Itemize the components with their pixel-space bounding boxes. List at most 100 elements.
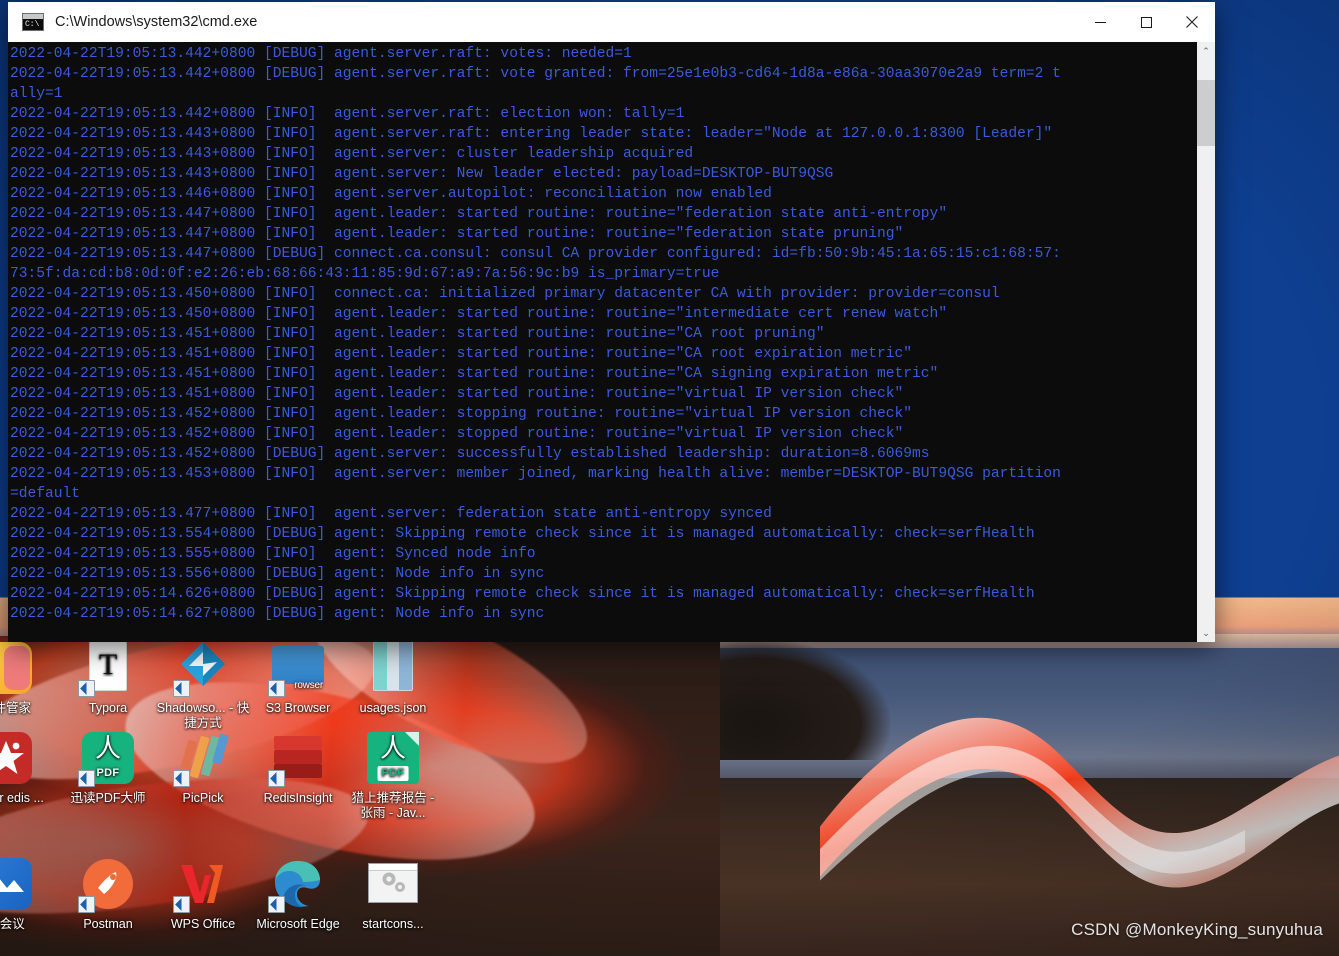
typora-icon: T [80, 640, 136, 696]
console-line: 2022-04-22T19:05:13.447+0800 [INFO] agen… [10, 204, 1197, 224]
console-line: 2022-04-22T19:05:13.477+0800 [INFO] agen… [10, 504, 1197, 524]
console-line: 2022-04-22T19:05:13.452+0800 [INFO] agen… [10, 424, 1197, 444]
desktop-icon-report-pdf[interactable]: 人 PDF 猎上推荐报告 - 张雨 - Jav... [345, 730, 441, 821]
console-vertical-scrollbar[interactable]: ⌃ ⌄ [1197, 42, 1215, 642]
desktop-icon-shadowsocks[interactable]: Shadowso... - 快捷方式 [155, 640, 251, 731]
console-line: 2022-04-22T19:05:13.451+0800 [INFO] agen… [10, 324, 1197, 344]
desktop-icon-picpick[interactable]: PicPick [155, 730, 251, 806]
desktop-icon-typora[interactable]: T Typora [60, 640, 156, 716]
batch-script-icon [365, 856, 421, 912]
window-title: C:\Windows\system32\cmd.exe [55, 14, 1077, 30]
desktop-icon-startconsul[interactable]: startcons... [345, 856, 441, 932]
console-line: 2022-04-22T19:05:13.450+0800 [INFO] conn… [10, 284, 1197, 304]
tencent-meeting-icon [0, 856, 34, 912]
s3-browser-badge-text: rowser [294, 678, 323, 693]
console-line: 2022-04-22T19:05:13.443+0800 [INFO] agen… [10, 164, 1197, 184]
picpick-icon [175, 730, 231, 786]
maximize-button[interactable] [1123, 2, 1169, 42]
desktop-icon-label: nother edis ... [0, 791, 54, 806]
xunread-pdf-icon: 人 PDF [80, 730, 136, 786]
close-button[interactable] [1169, 2, 1215, 42]
scroll-down-arrow-icon[interactable]: ⌄ [1197, 624, 1215, 642]
shortcut-arrow-icon [78, 770, 95, 787]
desktop-icon-microsoft-edge[interactable]: Microsoft Edge [250, 856, 346, 932]
desktop-icon-s3-browser[interactable]: rowser S3 Browser [250, 640, 346, 716]
console-line: 2022-04-22T19:05:14.626+0800 [DEBUG] age… [10, 584, 1197, 604]
console-line: 2022-04-22T19:05:13.443+0800 [INFO] agen… [10, 144, 1197, 164]
postman-icon [80, 856, 136, 912]
console-line: 2022-04-22T19:05:13.446+0800 [INFO] agen… [10, 184, 1197, 204]
shortcut-arrow-icon [268, 680, 285, 697]
scrollbar-track[interactable] [1197, 60, 1215, 624]
scrollbar-thumb[interactable] [1197, 80, 1215, 146]
console-output[interactable]: 2022-04-22T19:05:13.442+0800 [DEBUG] age… [8, 42, 1197, 642]
desktop-icon-label: startcons... [345, 917, 441, 932]
desktop-icon-redisinsight[interactable]: RedisInsight [250, 730, 346, 806]
scroll-up-arrow-icon[interactable]: ⌃ [1197, 42, 1215, 60]
softmanager-icon [0, 640, 34, 696]
desktop-icon-xunpdf[interactable]: 人 PDF 迅读PDF大师 [60, 730, 156, 806]
console-line: 2022-04-22T19:05:13.451+0800 [INFO] agen… [10, 384, 1197, 404]
desktop-icon-tencent-meeting[interactable]: 讯会议 [0, 856, 54, 932]
shortcut-arrow-icon [173, 896, 190, 913]
console-line: =default [10, 484, 1197, 504]
shortcut-arrow-icon [173, 770, 190, 787]
csdn-watermark: CSDN @MonkeyKing_sunyuhua [1071, 920, 1323, 940]
console-line: 2022-04-22T19:05:13.451+0800 [INFO] agen… [10, 344, 1197, 364]
desktop-icon-label: Microsoft Edge [250, 917, 346, 932]
cmd-window[interactable]: C:\Windows\system32\cmd.exe 2022-04-22T1… [8, 2, 1215, 642]
microsoft-edge-icon [270, 856, 326, 912]
s3-browser-icon: rowser [270, 640, 326, 696]
desktop-icon-another-redis[interactable]: nother edis ... [0, 730, 54, 806]
console-line: 2022-04-22T19:05:14.627+0800 [DEBUG] age… [10, 604, 1197, 624]
console-line: 2022-04-22T19:05:13.450+0800 [INFO] agen… [10, 304, 1197, 324]
console-line: 73:5f:da:cd:b8:0d:0f:e2:26:eb:68:66:43:1… [10, 264, 1197, 284]
desktop-icon-label: PicPick [155, 791, 251, 806]
desktop-icon-label: 讯会议 [0, 917, 54, 932]
another-redis-desktop-manager-icon [0, 730, 34, 786]
shortcut-arrow-icon [78, 896, 95, 913]
shortcut-arrow-icon [268, 896, 285, 913]
desktop-icon-label: WPS Office [155, 917, 251, 932]
desktop-icon-usages-json[interactable]: usages.json [345, 640, 441, 716]
window-titlebar[interactable]: C:\Windows\system32\cmd.exe [8, 2, 1215, 42]
desktop-icon-label: RedisInsight [250, 791, 346, 806]
desktop-icon-softmanager[interactable]: 软件管家 [0, 640, 54, 716]
desktop-icon-label: 软件管家 [0, 701, 54, 716]
console-body: 2022-04-22T19:05:13.442+0800 [DEBUG] age… [8, 42, 1215, 642]
console-line: 2022-04-22T19:05:13.442+0800 [DEBUG] age… [10, 44, 1197, 64]
console-line: 2022-04-22T19:05:13.554+0800 [DEBUG] age… [10, 524, 1197, 544]
desktop-icon-label: Typora [60, 701, 156, 716]
desktop-icon-label: Shadowso... - 快捷方式 [155, 701, 251, 731]
console-line: 2022-04-22T19:05:13.452+0800 [DEBUG] age… [10, 444, 1197, 464]
minimize-button[interactable] [1077, 2, 1123, 42]
cmd-icon [22, 13, 44, 31]
shortcut-arrow-icon [173, 680, 190, 697]
shortcut-arrow-icon [268, 770, 285, 787]
shortcut-arrow-icon [78, 680, 95, 697]
wallpaper-light-ribbon-right [820, 690, 1339, 910]
desktop-icon-label: Postman [60, 917, 156, 932]
console-line: 2022-04-22T19:05:13.453+0800 [INFO] agen… [10, 464, 1197, 484]
desktop-icon-label: 迅读PDF大师 [60, 791, 156, 806]
console-line: 2022-04-22T19:05:13.555+0800 [INFO] agen… [10, 544, 1197, 564]
desktop-icon-postman[interactable]: Postman [60, 856, 156, 932]
pdf-document-icon: 人 PDF [365, 730, 421, 786]
console-line: 2022-04-22T19:05:13.556+0800 [DEBUG] age… [10, 564, 1197, 584]
console-line: 2022-04-22T19:05:13.447+0800 [DEBUG] con… [10, 244, 1197, 264]
desktop-icon-label: usages.json [345, 701, 441, 716]
console-line: 2022-04-22T19:05:13.452+0800 [INFO] agen… [10, 404, 1197, 424]
console-line: ally=1 [10, 84, 1197, 104]
redisinsight-icon [270, 730, 326, 786]
wps-office-icon [175, 856, 231, 912]
json-file-icon [365, 640, 421, 696]
console-line: 2022-04-22T19:05:13.451+0800 [INFO] agen… [10, 364, 1197, 384]
desktop-icon-label: 猎上推荐报告 - 张雨 - Jav... [345, 791, 441, 821]
console-line: 2022-04-22T19:05:13.447+0800 [INFO] agen… [10, 224, 1197, 244]
desktop-icon-label: S3 Browser [250, 701, 346, 716]
desktop-icon-wps-office[interactable]: WPS Office [155, 856, 251, 932]
console-line: 2022-04-22T19:05:13.442+0800 [INFO] agen… [10, 104, 1197, 124]
console-line: 2022-04-22T19:05:13.443+0800 [INFO] agen… [10, 124, 1197, 144]
console-line: 2022-04-22T19:05:13.442+0800 [DEBUG] age… [10, 64, 1197, 84]
shadowsocks-icon [175, 640, 231, 696]
